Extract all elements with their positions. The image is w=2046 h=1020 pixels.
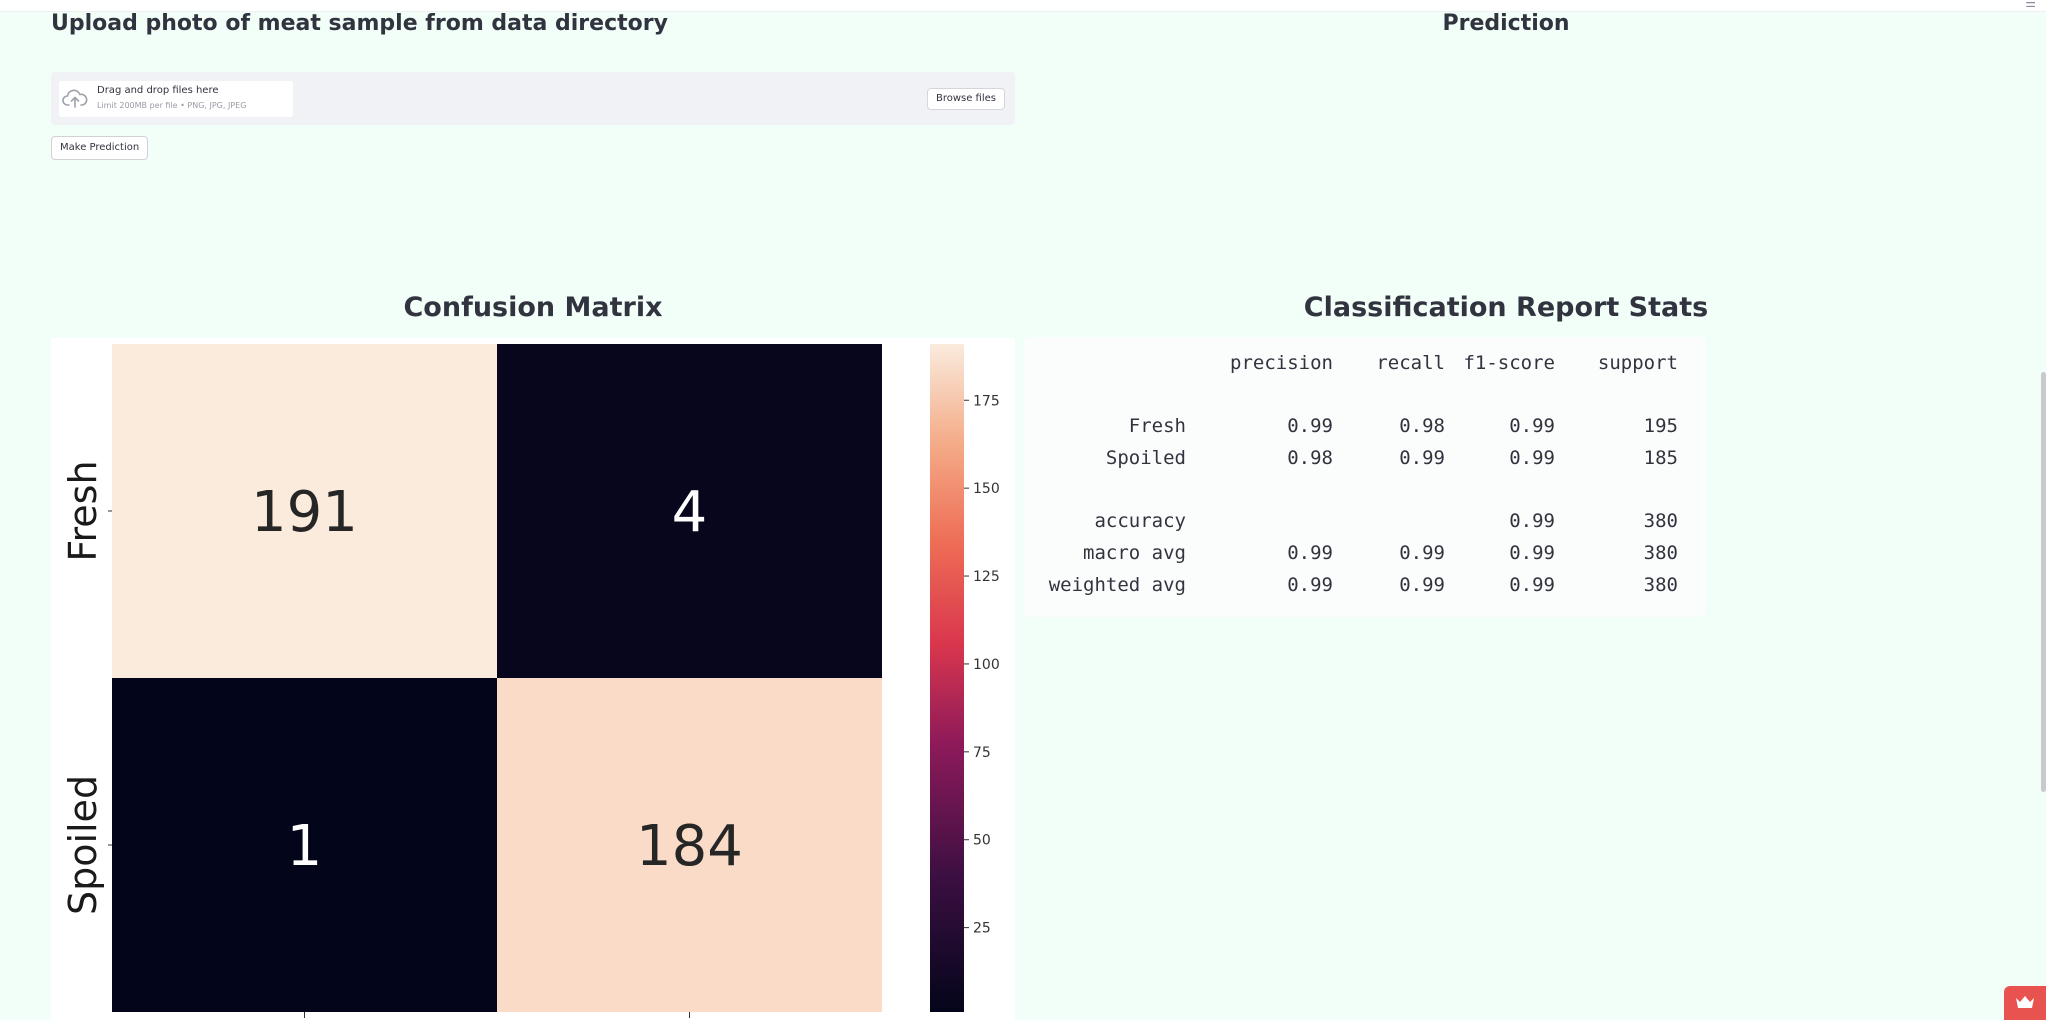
heatmap-svg: 191 4 1 184 Fresh Spoiled 175 150 125 100 75 50 25 — [61, 344, 1000, 1018]
cell-value-label: 191 — [251, 480, 358, 545]
report-cell: precision — [1230, 352, 1333, 374]
report-row: accuracy 0.99 380 — [1024, 510, 1706, 536]
colorbar-tick-label: 75 — [973, 745, 991, 761]
hamburger-icon[interactable]: ☰ — [2025, 0, 2036, 9]
report-cell: 0.99 — [1287, 542, 1333, 564]
report-row-label: Fresh — [1128, 415, 1186, 437]
row-label: Fresh — [61, 460, 105, 561]
report-cell: 0.99 — [1509, 447, 1555, 469]
cell-value-label: 4 — [672, 480, 708, 545]
streamlit-widget[interactable] — [2004, 986, 2046, 1020]
report-cell: 0.99 — [1509, 574, 1555, 596]
cell-value-label: 184 — [636, 814, 743, 879]
report-row: Spoiled 0.98 0.99 0.99 185 — [1024, 447, 1706, 473]
row-label: Spoiled — [61, 775, 105, 915]
report-cell: 185 — [1643, 447, 1678, 469]
colorbar-tick-label: 125 — [973, 569, 1000, 585]
report-cell: 0.99 — [1287, 415, 1333, 437]
file-uploader-dropzone[interactable]: Drag and drop files here Limit 200MB per… — [51, 72, 1015, 125]
colorbar-tick-label: 175 — [973, 393, 1000, 409]
colorbar — [930, 344, 964, 1012]
report-cell: 0.99 — [1287, 574, 1333, 596]
file-limit-text: Limit 200MB per file • PNG, JPG, JPEG — [97, 101, 247, 110]
colorbar-tick-label: 150 — [973, 481, 1000, 497]
report-cell: 0.99 — [1509, 415, 1555, 437]
report-cell: 0.99 — [1399, 574, 1445, 596]
cloud-upload-icon — [62, 89, 88, 108]
report-cell: recall — [1376, 352, 1445, 374]
colorbar-tick-label: 25 — [973, 921, 991, 937]
report-row-label: Spoiled — [1105, 447, 1186, 469]
report-cell: 0.98 — [1287, 447, 1333, 469]
upload-heading: Upload photo of meat sample from data di… — [51, 11, 668, 36]
report-cell: 0.99 — [1509, 542, 1555, 564]
prediction-heading: Prediction — [1442, 11, 1570, 36]
report-cell: f1-score — [1463, 352, 1555, 374]
drag-drop-text: Drag and drop files here — [97, 85, 219, 96]
report-row: macro avg 0.99 0.99 0.99 380 — [1024, 542, 1706, 568]
report-row: Fresh 0.99 0.98 0.99 195 — [1024, 415, 1706, 441]
report-cell: 0.99 — [1399, 542, 1445, 564]
report-cell: support — [1597, 352, 1678, 374]
report-cell: 0.99 — [1399, 447, 1445, 469]
confusion-matrix-heading: Confusion Matrix — [403, 292, 663, 323]
dropzone-instructions: Drag and drop files here Limit 200MB per… — [59, 81, 293, 117]
report-cell: 0.98 — [1399, 415, 1445, 437]
report-cell: 0.99 — [1509, 510, 1555, 532]
confusion-matrix-chart: 191 4 1 184 Fresh Spoiled 175 150 125 100 75 50 25 — [51, 338, 1015, 1020]
scrollbar[interactable] — [2041, 372, 2046, 792]
colorbar-tick-label: 50 — [973, 833, 991, 849]
report-cell: 380 — [1643, 542, 1678, 564]
report-header-row: precision recall f1-score support — [1024, 352, 1706, 378]
report-row-label: accuracy — [1094, 510, 1186, 532]
report-row: weighted avg 0.99 0.99 0.99 380 — [1024, 574, 1706, 600]
browse-files-button[interactable]: Browse files — [926, 88, 1005, 110]
crown-icon — [2016, 996, 2034, 1008]
report-cell: 380 — [1643, 510, 1678, 532]
report-cell: 195 — [1643, 415, 1678, 437]
colorbar-tick-label: 100 — [973, 657, 1000, 673]
make-prediction-button[interactable]: Make Prediction — [51, 136, 149, 160]
report-row-label: weighted avg — [1048, 574, 1186, 596]
cell-value-label: 1 — [287, 814, 323, 879]
report-row-label: macro avg — [1083, 542, 1186, 564]
classification-report-heading: Classification Report Stats — [1303, 292, 1709, 323]
classification-report-table: precision recall f1-score support Fresh 0.99 0… — [1024, 337, 1706, 617]
report-cell: 380 — [1643, 574, 1678, 596]
